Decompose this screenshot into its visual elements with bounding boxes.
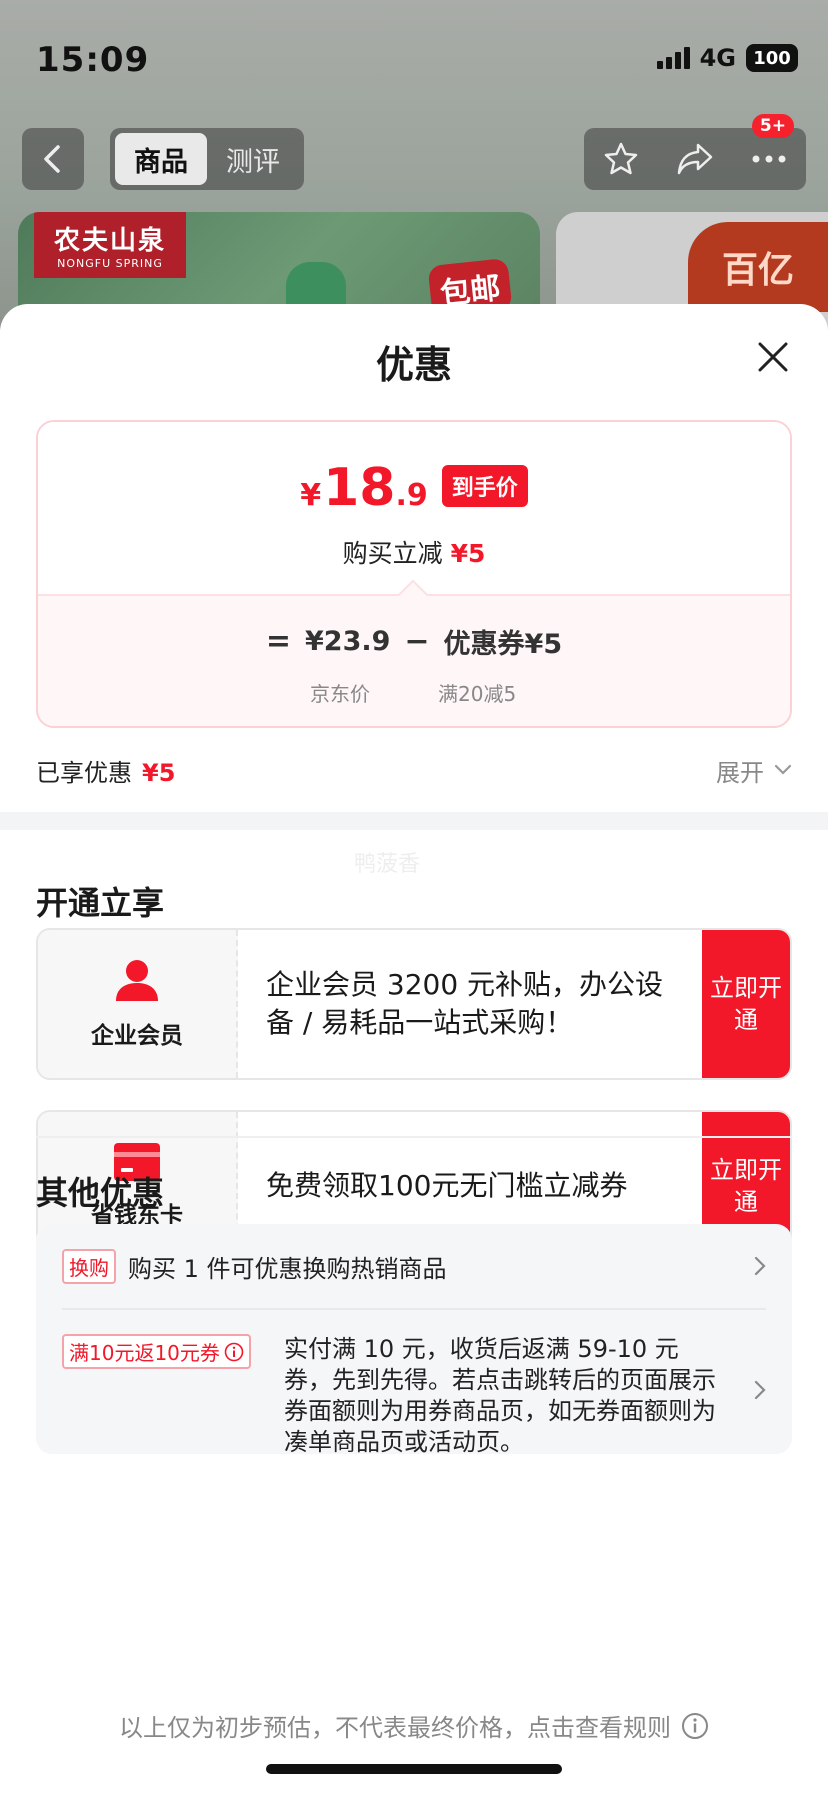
status-time: 15:09 [36,40,150,80]
status-indicators: 4G 100 [656,44,798,72]
home-indicator [266,1764,562,1774]
rules-note[interactable]: 以上仅为初步预估，不代表最终价格，点击查看规则 [0,1708,828,1743]
watermark: 鸭菠香 [354,852,421,877]
instant-discount-label: 购买立减 [342,539,443,568]
other-section-title: 其他优惠 [36,1174,165,1212]
minus-sign: − [404,624,430,659]
list-item[interactable]: 换购 购买 1 件可优惠换购热销商品 [62,1242,766,1290]
tab-switcher: 商品 测评 [110,128,304,190]
enterprise-member-card[interactable]: 企业会员 企业会员 3200 元补贴，办公设备 / 易耗品一站式采购！ 立即开通 [36,928,792,1080]
price-breakdown: = ¥23.9 − 优惠券¥5 京东价 满20减5 [38,594,790,726]
notification-badge: 5+ [751,114,794,138]
close-icon[interactable] [756,340,790,374]
coupon-label: 满20减5 [438,682,517,706]
share-icon[interactable] [676,142,714,176]
member-name: 企业会员 [91,1023,183,1049]
discount-sheet: 优惠 ¥ 18 .9 到手价 购买立减 ¥5 = ¥23.9 − 优惠券¥5 京东… [0,304,828,1793]
info-icon[interactable] [224,1342,244,1362]
background-page: 15:09 4G 100 商品 测评 5+ 农夫山泉 NONGFU SPRING [0,0,828,330]
offer-tag: 换购 [62,1248,116,1284]
battery-icon: 100 [746,44,798,72]
price-currency: ¥ [300,478,322,513]
subsidy-tag: 百亿 [688,222,828,312]
tab-review[interactable]: 测评 [207,133,299,185]
chevron-right-icon [754,1256,766,1276]
signal-icon [656,47,690,69]
final-price-tag: 到手价 [441,465,528,507]
brand-name-en: NONGFU SPRING [57,257,163,270]
offer-text: 购买 1 件可优惠换购热销商品 [128,1254,447,1283]
nav-row: 商品 测评 5+ [0,114,828,190]
expand-label: 展开 [716,758,764,787]
brand-logo: 农夫山泉 NONGFU SPRING [34,212,186,278]
other-offers-box: 换购 购买 1 件可优惠换购热销商品 满10元返10元券 实付满 10 元，收货… [36,1224,792,1456]
enjoyed-discount-row: 已享优惠 ¥5 展开 [36,750,792,790]
back-button[interactable] [22,128,84,190]
info-icon [682,1712,708,1739]
chevron-right-icon [754,1380,766,1400]
chevron-left-icon [44,145,60,173]
instant-discount: 购买立减 ¥5 [38,534,790,570]
open-now-button[interactable]: 立即开通 [702,930,790,1078]
list-item[interactable]: 满10元返10元券 实付满 10 元，收货后返满 59-10 元券，先到先得。若… [62,1334,766,1456]
price-card: ¥ 18 .9 到手价 购买立减 ¥5 = ¥23.9 − 优惠券¥5 京东价 满… [36,420,792,728]
jd-price-label: 京东价 [310,682,370,706]
status-bar: 15:09 4G 100 [0,0,828,110]
expand-button[interactable]: 展开 [716,753,792,788]
final-price: ¥ 18 .9 到手价 [38,458,790,518]
star-icon[interactable] [603,141,639,177]
enjoyed-label: 已享优惠 [36,758,132,787]
rules-note-text: 以上仅为初步预估，不代表最终价格，点击查看规则 [119,1714,671,1742]
brand-name-cn: 农夫山泉 [53,226,166,256]
offer-text: 实付满 10 元，收货后返满 59-10 元券，先到先得。若点击跳转后的页面展示… [284,1335,716,1456]
network-type: 4G [699,44,736,72]
offer-tag: 满10元返10元券 [62,1334,251,1369]
price-integer: 18 [323,458,396,518]
coupon-amount: 优惠券¥5 [443,629,563,660]
divider [36,1136,792,1138]
top-actions: 5+ [584,114,806,190]
price-formula: = ¥23.9 − 优惠券¥5 [38,622,790,661]
tab-product[interactable]: 商品 [115,133,207,185]
offer-tag-label: 满10元返10元券 [69,1341,220,1365]
jd-price: ¥23.9 [305,626,391,657]
enjoyed-amount: ¥5 [142,758,176,787]
open-section-title: 开通立享 [36,884,165,922]
price-decimal: .9 [395,478,428,513]
more-icon[interactable] [751,154,787,164]
user-icon [116,960,158,1001]
member-desc: 企业会员 3200 元补贴，办公设备 / 易耗品一站式采购！ [266,968,664,1039]
instant-discount-amount: ¥5 [450,539,486,568]
sheet-title: 优惠 [375,343,452,387]
section-divider [0,812,828,830]
equals-sign: = [265,624,291,659]
chevron-down-icon [774,764,792,775]
